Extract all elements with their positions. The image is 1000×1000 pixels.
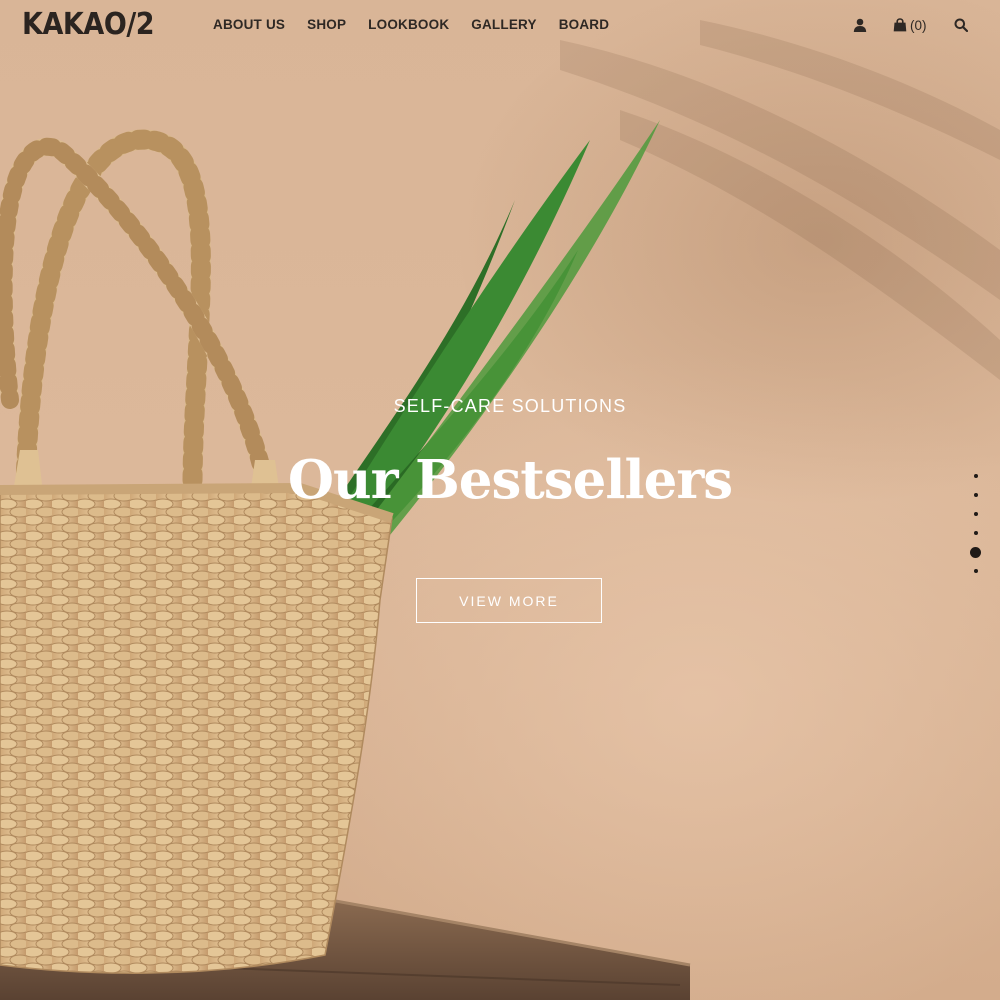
search-icon[interactable] [954,14,968,36]
header-actions: (0) [800,14,1000,36]
site-header: KAKAO/2 ABOUT US SHOP LOOKBOOK GALLERY B… [0,0,1000,50]
slider-dot-2[interactable] [974,493,978,497]
hero-kicker: SELF-CARE SOLUTIONS [393,396,627,416]
shopping-bag-icon [893,18,907,32]
hero-headline: Our Bestsellers [287,449,733,511]
nav-gallery[interactable]: GALLERY [471,16,536,34]
nav-lookbook[interactable]: LOOKBOOK [368,16,449,34]
slider-dot-4[interactable] [974,531,978,535]
slider-dot-6[interactable] [974,569,978,573]
nav-about-us[interactable]: ABOUT US [213,16,285,34]
cart-button[interactable]: (0) [893,14,927,36]
slider-dot-5[interactable] [970,546,981,558]
nav-board[interactable]: BOARD [559,16,610,34]
slider-dot-3[interactable] [974,512,978,516]
nav-shop[interactable]: SHOP [307,16,346,34]
slider-dot-1[interactable] [974,474,978,478]
cart-count: (0) [910,17,927,33]
user-icon[interactable] [853,14,867,36]
slider-pagination [966,474,986,594]
site-logo[interactable]: KAKAO/2 [22,6,155,44]
main-nav: ABOUT US SHOP LOOKBOOK GALLERY BOARD [213,16,631,34]
view-more-button[interactable]: VIEW MORE [416,578,602,623]
